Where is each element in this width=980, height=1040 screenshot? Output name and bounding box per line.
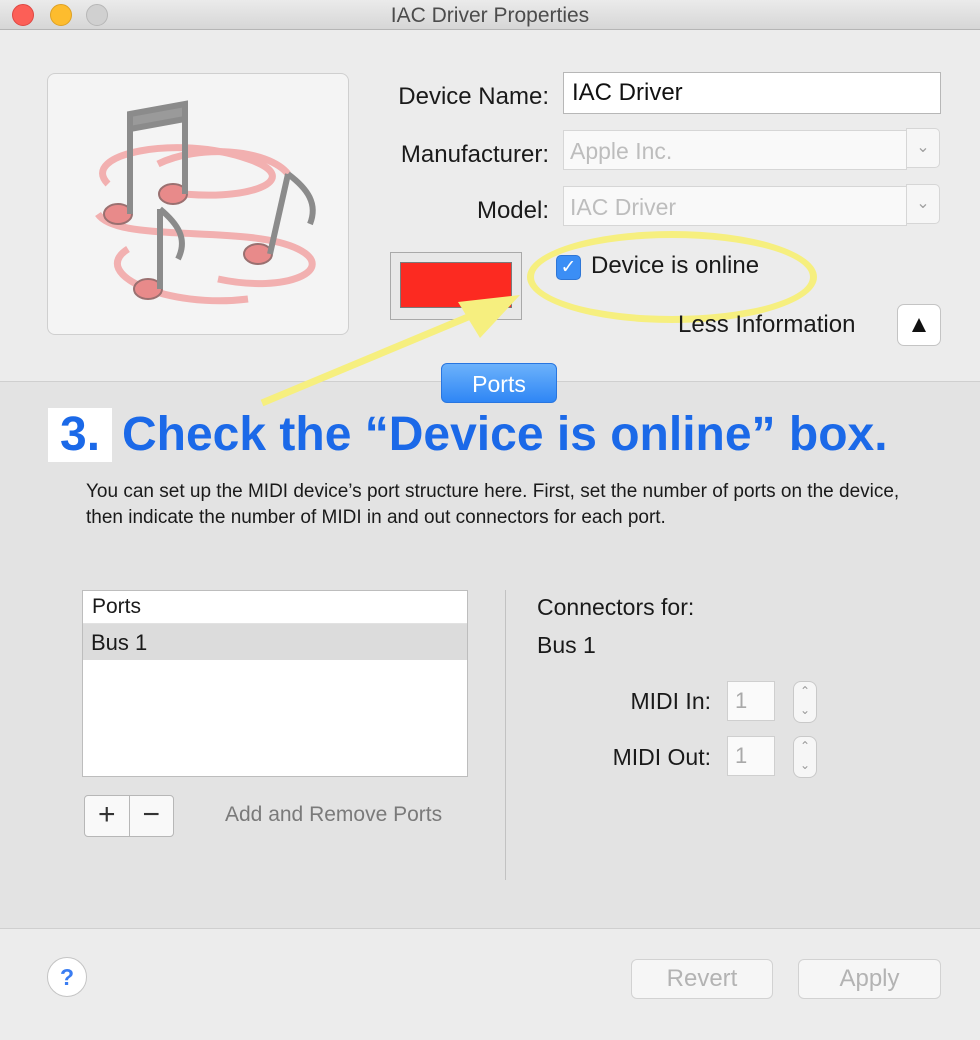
list-item[interactable]: Bus 1 — [83, 624, 467, 660]
remove-port-button[interactable]: − — [128, 796, 174, 836]
ports-list-header[interactable]: Ports — [83, 591, 467, 624]
manufacturer-dropdown-button[interactable]: ⌄ — [906, 128, 940, 168]
title-bar: IAC Driver Properties — [0, 0, 980, 30]
device-online-label[interactable]: Device is online — [591, 252, 759, 280]
annotation-step-text: Check the “Device is online” box. — [122, 408, 888, 461]
chevron-down-icon[interactable]: ⌄ — [794, 701, 816, 720]
model-label: Model: — [476, 197, 549, 224]
connectors-title: Connectors for: — [537, 594, 695, 620]
model-dropdown-button[interactable]: ⌄ — [906, 184, 940, 224]
revert-button[interactable]: Revert — [631, 959, 773, 999]
chevron-down-icon: ⌄ — [916, 139, 930, 156]
chevron-up-icon[interactable]: ⌃ — [794, 737, 816, 756]
manufacturer-combo-field[interactable]: Apple Inc. — [563, 130, 907, 170]
add-remove-ports-label: Add and Remove Ports — [225, 803, 443, 826]
model-combo-field[interactable]: IAC Driver — [563, 186, 907, 226]
device-name-field[interactable]: IAC Driver — [563, 72, 941, 114]
triangle-up-icon: ▲ — [907, 311, 931, 338]
ports-description: You can set up the MIDI device’s port st… — [86, 481, 900, 528]
device-name-label: Device Name: — [398, 83, 549, 110]
device-online-checkbox[interactable]: ✓ — [556, 255, 581, 280]
chevron-up-icon[interactable]: ⌃ — [794, 682, 816, 701]
device-color-swatch — [400, 262, 512, 308]
midi-out-field[interactable]: 1 — [727, 736, 775, 776]
device-info-panel: Device Name: IAC Driver Manufacturer: Ap… — [0, 31, 980, 381]
dialog-footer: ? Revert Apply — [0, 930, 980, 1040]
ports-list[interactable]: Ports Bus 1 — [82, 590, 468, 777]
device-color-well[interactable] — [390, 252, 522, 320]
midi-out-label: MIDI Out: — [612, 744, 711, 770]
checkmark-icon: ✓ — [560, 257, 577, 278]
help-button[interactable]: ? — [47, 957, 87, 997]
less-information-button[interactable]: ▲ — [897, 304, 941, 346]
connectors-bus-name: Bus 1 — [537, 632, 596, 658]
iac-driver-properties-window: IAC Driver Properties Device Name: IAC D… — [0, 0, 980, 1040]
apply-button[interactable]: Apply — [798, 959, 941, 999]
midi-device-icon[interactable] — [47, 73, 349, 335]
question-mark-icon: ? — [59, 964, 75, 990]
midi-in-stepper[interactable]: ⌃ ⌄ — [793, 681, 817, 723]
add-port-button[interactable]: + — [85, 796, 129, 836]
annotation-step-number: 3. — [48, 408, 113, 462]
manufacturer-label: Manufacturer: — [400, 141, 549, 168]
chevron-down-icon[interactable]: ⌄ — [794, 756, 816, 775]
panel-divider — [505, 590, 506, 880]
add-remove-ports-control: + − — [84, 795, 174, 837]
window-title: IAC Driver Properties — [390, 4, 590, 27]
tab-ports[interactable]: Ports — [441, 363, 557, 403]
midi-out-stepper[interactable]: ⌃ ⌄ — [793, 736, 817, 778]
less-information-label: Less Information — [678, 311, 856, 338]
chevron-down-icon: ⌄ — [916, 195, 930, 212]
midi-in-field[interactable]: 1 — [727, 681, 775, 721]
midi-in-label: MIDI In: — [630, 688, 711, 714]
